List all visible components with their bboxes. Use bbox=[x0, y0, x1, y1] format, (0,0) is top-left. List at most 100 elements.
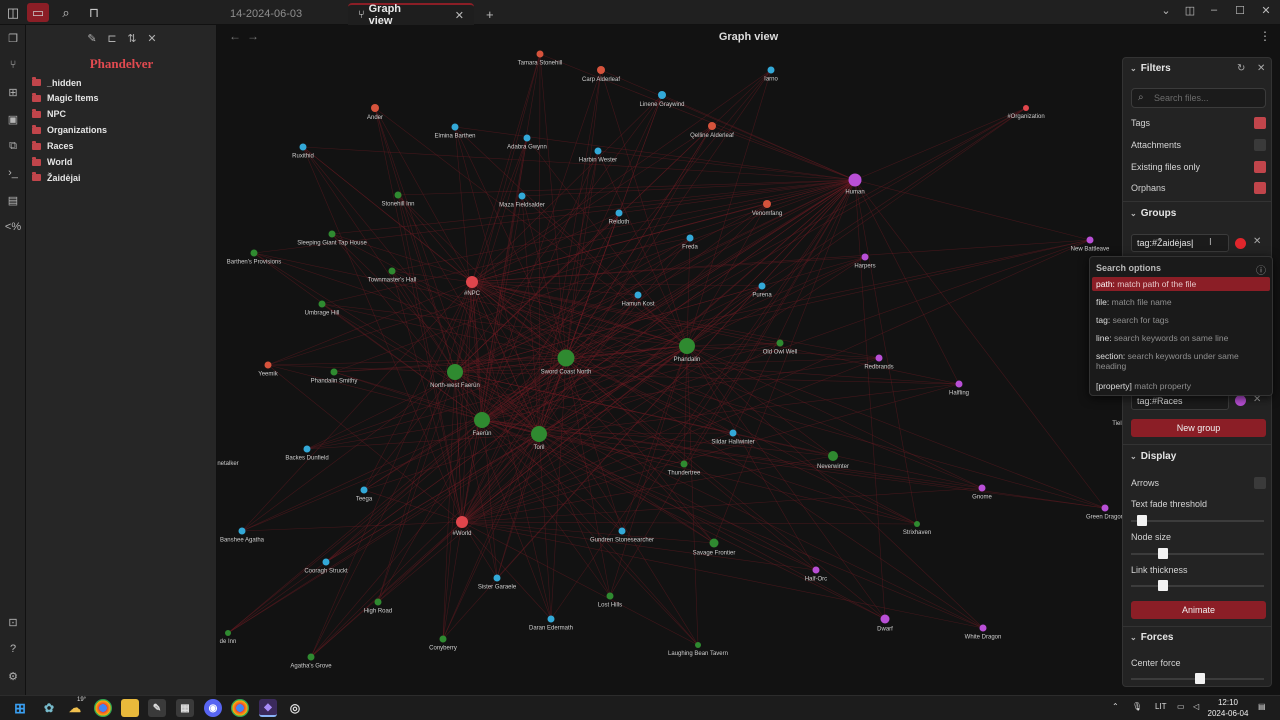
graph-icon[interactable]: ⑂ bbox=[4, 56, 22, 74]
sort-icon[interactable]: ⇅ bbox=[124, 32, 140, 45]
back-arrow-icon[interactable]: ← bbox=[229, 29, 241, 43]
graph-node[interactable] bbox=[360, 486, 368, 494]
new-folder-icon[interactable]: ⊏ bbox=[104, 32, 120, 45]
graph-node[interactable] bbox=[708, 122, 716, 130]
search-option-item[interactable]: path: match path of the file bbox=[1092, 277, 1270, 291]
forward-arrow-icon[interactable]: → bbox=[247, 29, 259, 43]
graph-node[interactable] bbox=[776, 339, 784, 347]
graph-node[interactable] bbox=[597, 66, 605, 74]
notification-icon[interactable]: ▤ bbox=[1258, 702, 1266, 711]
graph-node[interactable] bbox=[875, 354, 883, 362]
graph-node[interactable] bbox=[322, 558, 330, 566]
graph-node[interactable] bbox=[557, 349, 575, 367]
graph-node[interactable] bbox=[303, 445, 311, 453]
graph-node[interactable] bbox=[658, 91, 666, 99]
graph-node[interactable] bbox=[493, 574, 501, 582]
graph-node[interactable] bbox=[955, 380, 963, 388]
tray-chevron-icon[interactable]: ⌃ bbox=[1112, 702, 1119, 711]
groups-section-header[interactable]: ⌄ Groups bbox=[1130, 208, 1176, 219]
tags-toggle[interactable] bbox=[1254, 117, 1266, 129]
discord-icon[interactable]: ◉ bbox=[204, 699, 222, 717]
graph-node[interactable] bbox=[767, 66, 775, 74]
graph-node[interactable] bbox=[828, 451, 838, 461]
minimize-icon[interactable]: – bbox=[1204, 4, 1224, 16]
split-view-icon[interactable]: ◫ bbox=[1180, 4, 1200, 17]
folder-item[interactable]: Races bbox=[32, 139, 74, 154]
folder-item[interactable]: NPC bbox=[32, 107, 66, 122]
group-color-picker-races[interactable] bbox=[1235, 395, 1246, 406]
close-tab-icon[interactable]: ✕ bbox=[455, 9, 464, 22]
calculator-icon[interactable]: ▦ bbox=[176, 699, 194, 717]
graph-node[interactable] bbox=[812, 566, 820, 574]
folder-icon[interactable]: ▭ bbox=[27, 3, 49, 22]
graph-node[interactable] bbox=[456, 516, 468, 528]
graph-node[interactable] bbox=[466, 276, 478, 288]
slider-thumb[interactable] bbox=[1158, 548, 1169, 559]
slider-thumb[interactable] bbox=[1137, 515, 1148, 526]
node-size-slider[interactable] bbox=[1131, 548, 1264, 559]
graph-node[interactable] bbox=[848, 173, 862, 187]
group-color-picker[interactable] bbox=[1235, 238, 1246, 249]
graph-node[interactable] bbox=[318, 300, 326, 308]
animate-button[interactable]: Animate bbox=[1131, 601, 1266, 619]
forces-section-header[interactable]: ⌄ Forces bbox=[1130, 632, 1174, 643]
maximize-icon[interactable]: ☐ bbox=[1230, 4, 1250, 17]
graph-node[interactable] bbox=[680, 460, 688, 468]
attachments-toggle[interactable] bbox=[1254, 139, 1266, 151]
graph-node[interactable] bbox=[606, 592, 614, 600]
graph-node[interactable] bbox=[709, 538, 719, 548]
graph-node[interactable] bbox=[225, 630, 231, 636]
bookmark-icon[interactable]: ⊓ bbox=[83, 3, 105, 22]
file-icon[interactable]: ❐ bbox=[4, 29, 22, 47]
copy-icon[interactable]: ⧉ bbox=[4, 137, 22, 155]
remove-group-icon[interactable]: ✕ bbox=[1253, 236, 1261, 247]
tab-daily-note[interactable]: 14-2024-06-03 bbox=[220, 3, 312, 25]
search-option-item[interactable]: [property] match property bbox=[1092, 379, 1270, 393]
volume-icon[interactable]: ◁ bbox=[1193, 702, 1199, 711]
chevron-down-icon[interactable]: ⌄ bbox=[1156, 4, 1176, 17]
graph-node[interactable] bbox=[861, 253, 869, 261]
close-panel-icon[interactable]: ✕ bbox=[1257, 63, 1265, 74]
language-indicator[interactable]: LIT bbox=[1155, 702, 1167, 711]
close-window-icon[interactable]: ✕ bbox=[1256, 4, 1276, 17]
new-tab-button[interactable]: + bbox=[476, 3, 504, 25]
clock[interactable]: 12:10 2024-06-04 bbox=[1206, 697, 1250, 719]
graph-node[interactable] bbox=[439, 635, 447, 643]
obs-icon[interactable]: ◎ bbox=[286, 699, 304, 717]
graph-node[interactable] bbox=[447, 364, 463, 380]
graph-node[interactable] bbox=[979, 624, 987, 632]
search-option-item[interactable]: file: match file name bbox=[1092, 295, 1270, 309]
graph-node[interactable] bbox=[547, 615, 555, 623]
monitor-icon[interactable]: ▭ bbox=[1177, 702, 1185, 711]
graph-node[interactable] bbox=[250, 249, 258, 257]
folder-item[interactable]: World bbox=[32, 155, 72, 170]
graph-node[interactable] bbox=[238, 527, 246, 535]
more-options-icon[interactable]: ⋮ bbox=[1259, 29, 1271, 43]
tab-graph-view[interactable]: ⑂ Graph view ✕ bbox=[348, 3, 474, 27]
graph-node[interactable] bbox=[634, 291, 642, 299]
graph-node[interactable] bbox=[536, 50, 544, 58]
graph-node[interactable] bbox=[615, 209, 623, 217]
graph-node[interactable] bbox=[330, 368, 338, 376]
chrome-profile-icon[interactable] bbox=[231, 699, 249, 717]
search-icon[interactable]: ⌕ bbox=[55, 3, 77, 22]
folder-item[interactable]: Žaidėjai bbox=[32, 170, 81, 185]
graph-node[interactable] bbox=[679, 338, 695, 354]
graph-node[interactable] bbox=[914, 521, 920, 527]
folder-item[interactable]: _hidden bbox=[32, 75, 82, 90]
graph-node[interactable] bbox=[394, 191, 402, 199]
widgets-icon[interactable]: ✿ bbox=[40, 699, 58, 717]
graph-node[interactable] bbox=[371, 104, 379, 112]
graph-node[interactable] bbox=[523, 134, 531, 142]
graph-node[interactable] bbox=[880, 614, 890, 624]
new-note-icon[interactable]: ✎ bbox=[84, 32, 100, 45]
graph-node[interactable] bbox=[1023, 105, 1029, 111]
new-group-button[interactable]: New group bbox=[1131, 419, 1266, 437]
graph-node[interactable] bbox=[264, 361, 272, 369]
terminal-icon[interactable]: ›_ bbox=[4, 164, 22, 182]
link-thickness-slider[interactable] bbox=[1131, 580, 1264, 591]
slider-thumb[interactable] bbox=[1194, 673, 1205, 684]
graph-node[interactable] bbox=[686, 234, 694, 242]
graph-node[interactable] bbox=[763, 200, 771, 208]
chrome-icon[interactable] bbox=[94, 699, 112, 717]
